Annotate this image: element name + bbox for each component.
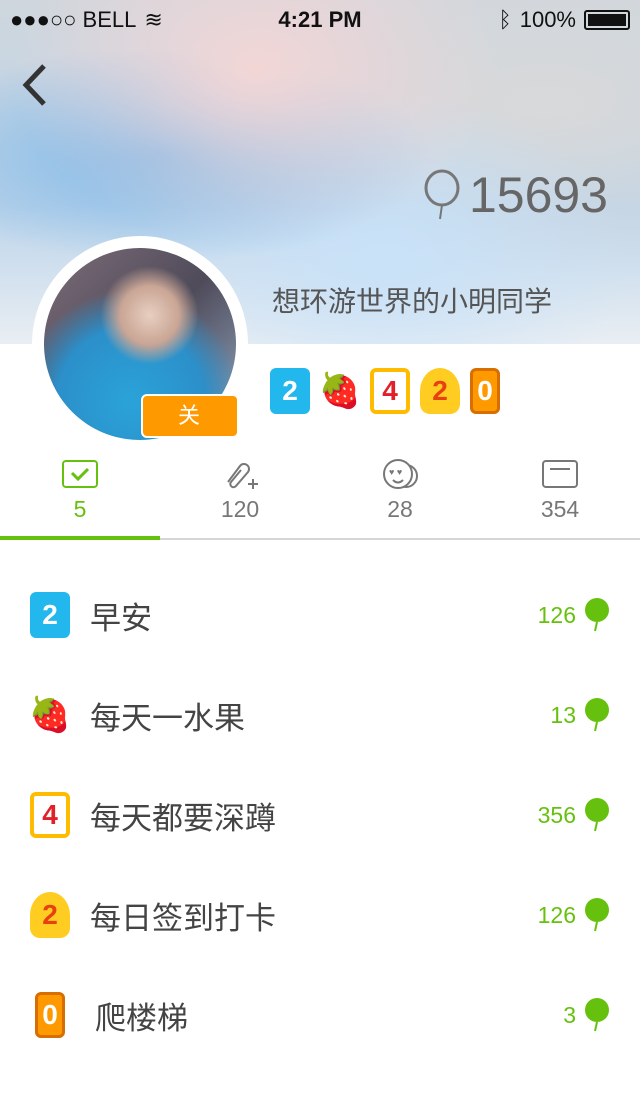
green-balloon-icon [585,898,609,932]
habit-title: 每天一水果 [90,700,245,736]
badge-0-icon[interactable]: 0 [470,368,500,414]
status-bar: ●●●○○ BELL ≋ 4:21 PM ᛒ 100% [0,0,640,40]
tab-count: 120 [220,496,260,522]
back-chevron-icon[interactable] [18,62,58,108]
smiley-2-icon: 2 [30,892,70,938]
balloon-count: 3 [563,1001,576,1028]
list-item[interactable]: 🍓 每天一水果 13 [0,665,640,765]
tab-count: 28 [387,496,413,522]
habit-title: 早安 [90,600,152,636]
list-item[interactable]: 4 每天都要深蹲 356 [0,765,640,865]
heart-eyes-face-icon: ♥ ♥ [383,459,418,489]
green-balloon-icon [585,798,609,832]
svg-text:♥ ♥: ♥ ♥ [389,467,402,477]
list-item[interactable]: 0 爬楼梯 3 [0,965,640,1065]
balloon-count: 126 [537,601,576,628]
badge-4-icon[interactable]: 4 [370,368,410,414]
green-balloon-icon [585,998,609,1032]
checkbox-icon [62,460,98,488]
habit-list: 2 早安 126 🍓 每天一水果 13 4 每天都要深蹲 356 2 每日签到打卡 126 0爬… [0,565,640,1065]
habit-title: 爬楼梯 [95,1000,188,1036]
tab-count: 354 [540,496,580,522]
profile-tabs: 5 120 ♥ ♥ 28 354 [0,458,640,540]
tab-collections[interactable]: 120 [160,458,320,538]
badge-0-icon: 0 [35,992,65,1038]
tab-checkins[interactable]: 5 [0,458,160,540]
strawberry-icon: 🍓 [28,696,72,734]
green-balloon-icon [585,698,609,732]
clock: 4:21 PM [278,7,362,32]
balloon-count: 356 [537,801,576,828]
paperclip-plus-icon [227,463,258,489]
user-name: 想环游世界的小明同学 [272,286,553,317]
badge-4-icon: 4 [30,792,70,838]
card-icon [542,460,578,488]
balloon-icon [424,169,460,220]
tab-cards[interactable]: 354 [480,458,640,538]
follow-button[interactable]: 关 注 [141,394,239,468]
badge-2-icon: 2 [30,592,70,638]
list-item[interactable]: 2 早安 126 [0,565,640,665]
green-balloon-icon [585,598,609,632]
balloon-count: 126 [537,901,576,928]
balloon-total: 15693 [423,166,608,224]
habit-title: 每天都要深蹲 [90,800,276,836]
habit-title: 每日签到打卡 [90,900,276,936]
list-item[interactable]: 2 每日签到打卡 126 [0,865,640,965]
tab-count: 5 [73,496,87,522]
smiley-2-icon[interactable]: 2 [420,368,460,414]
tab-friends[interactable]: ♥ ♥ 28 [320,458,480,538]
badge-list: 2 🍓 4 2 0 [270,368,500,414]
badge-2-icon[interactable]: 2 [270,368,310,414]
balloon-count: 13 [550,701,576,728]
strawberry-icon[interactable]: 🍓 [319,368,361,414]
